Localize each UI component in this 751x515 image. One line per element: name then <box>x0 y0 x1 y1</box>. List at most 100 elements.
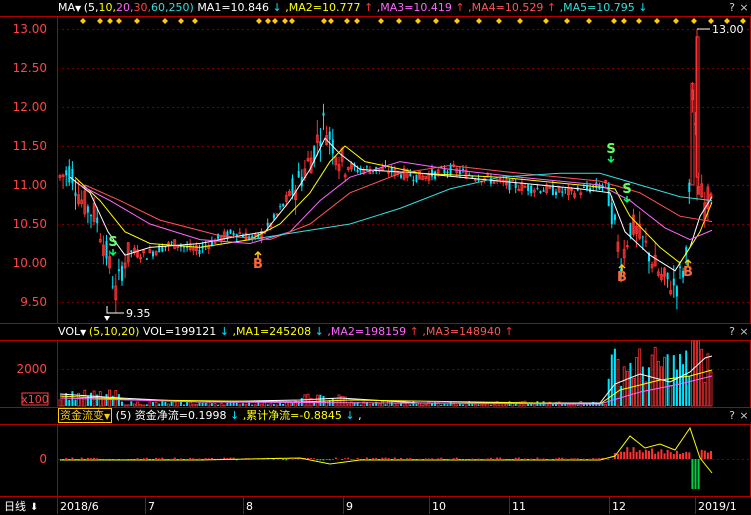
fund-flow-bar <box>626 447 629 459</box>
volume-bar <box>260 403 263 407</box>
help-icon[interactable]: ? <box>727 326 737 338</box>
volume-bar <box>446 404 449 406</box>
close-icon[interactable]: × <box>739 2 749 14</box>
volume-bar <box>480 404 484 407</box>
fund-flow-bar <box>669 452 672 459</box>
fund-flow-panel[interactable]: 0 资金流变▼ (5) 资金净流=0.1998 ↓ ,累计净流=-0.8845 … <box>0 408 751 496</box>
indicator-dropdown-icon[interactable]: ▼ <box>80 328 89 337</box>
indicator-dropdown-icon[interactable]: ▼ <box>75 4 84 13</box>
signal-diamond-icon <box>454 18 460 24</box>
volume-bar <box>455 404 459 407</box>
candle-body <box>71 168 74 184</box>
unit-label: x100 <box>21 393 49 406</box>
volume-bar <box>527 404 530 406</box>
fund-flow-indicator-select[interactable]: 资金流变▼ <box>58 408 113 423</box>
candle-body <box>279 206 282 208</box>
y-tick-label: 2000 <box>16 362 47 376</box>
fund-flow-bar <box>356 457 359 459</box>
volume-bar <box>421 404 425 407</box>
fund-flow-bar <box>437 458 440 459</box>
candle-body <box>564 188 567 190</box>
volume-bar <box>58 399 62 407</box>
fund-flow-bar <box>344 458 347 459</box>
close-icon[interactable]: × <box>739 326 749 338</box>
fund-flow-bar <box>660 449 663 459</box>
fund-flow-bar <box>685 451 688 459</box>
y-tick-label: 13.00 <box>13 22 47 36</box>
volume-indicator-name[interactable]: VOL <box>58 325 80 338</box>
fund-flow-bar <box>524 458 526 459</box>
candle-body <box>229 229 232 234</box>
trend-arrow-icon: ↓ <box>311 325 328 338</box>
fund-flow-bar <box>452 458 455 459</box>
signal-diamond-icon <box>178 18 184 24</box>
fund-flow-bar <box>285 459 288 461</box>
signal-diamond-icon <box>162 18 168 24</box>
fund-flow-bar <box>703 450 706 459</box>
indicator-value: ,MA4=10.529 <box>468 1 544 14</box>
signal-diamond-icon <box>654 18 660 24</box>
fund-flow-bar <box>641 452 644 459</box>
candle-body <box>68 166 71 183</box>
signal-diamond-icon <box>354 18 360 24</box>
volume-bar <box>473 404 477 407</box>
candle-body <box>217 233 220 239</box>
date-label: 7 <box>148 500 155 513</box>
fund-flow-bar <box>558 457 561 459</box>
candle-body <box>675 286 678 297</box>
price-panel[interactable]: 13.00 12.50 12.00 11.50 11.00 10.50 10.00 9.50 1… <box>0 0 751 324</box>
volume-bar <box>586 404 588 406</box>
signal-diamond-icon <box>289 18 295 24</box>
fund-flow-bar <box>179 458 182 459</box>
indicator-value: 资金净流=0.1998 <box>134 409 227 422</box>
signal-diamond-icon <box>192 18 198 24</box>
volume-bar <box>486 403 490 407</box>
fund-flow-bar <box>514 457 517 459</box>
volume-bar <box>666 354 669 406</box>
volume-bar <box>610 354 613 406</box>
volume-bar <box>377 403 381 407</box>
fund-flow-bar <box>173 457 176 459</box>
price-chart[interactable]: 13.00 12.50 12.00 11.50 11.00 10.50 10.00 9.50 1… <box>0 0 751 324</box>
volume-bar <box>492 403 496 407</box>
volume-bar <box>709 371 713 407</box>
fund-flow-bar <box>651 448 654 459</box>
volume-panel[interactable]: 2000 x100 VOL▼ (5,10,20) VOL=199121 ↓ ,MA… <box>0 324 751 408</box>
volume-values: VOL=199121 ↓ ,MA1=245208 ↓ ,MA2=198159 ↑… <box>143 325 514 338</box>
close-icon[interactable]: × <box>739 410 749 422</box>
y-tick-label: 10.00 <box>13 256 47 270</box>
volume-bar <box>331 397 334 406</box>
volume-bar <box>532 403 536 407</box>
volume-bar <box>629 362 632 406</box>
fund-flow-bar <box>96 458 99 459</box>
candle-body <box>111 286 114 288</box>
volume-bar <box>83 389 87 407</box>
volume-bar <box>253 404 257 407</box>
candle-body <box>613 214 616 221</box>
signal-diamond-icon <box>134 18 140 24</box>
date-label: 10 <box>432 500 446 513</box>
volume-bar <box>315 394 319 407</box>
volume-bar <box>164 402 167 406</box>
fund-flow-bar <box>561 457 564 459</box>
fund-flow-bar <box>666 449 669 459</box>
candle-body <box>145 258 148 260</box>
help-icon[interactable]: ? <box>727 2 737 14</box>
help-icon[interactable]: ? <box>727 410 737 422</box>
fund-flow-bar <box>706 452 709 459</box>
fund-flow-bar <box>334 457 337 459</box>
volume-bar <box>244 403 248 407</box>
fund-flow-bar <box>155 457 158 459</box>
fund-flow-header: 资金流变▼ (5) 资金净流=0.1998 ↓ ,累计净流=-0.8845 ↓ … <box>0 408 751 424</box>
price-indicator-name[interactable]: MA <box>58 1 75 14</box>
volume-bar <box>644 381 648 407</box>
volume-bar <box>152 401 154 406</box>
fund-flow-bar <box>192 458 195 459</box>
candle-body <box>629 222 632 237</box>
volume-bar <box>154 401 158 407</box>
signal-diamond-icon <box>256 18 262 24</box>
volume-bar <box>241 403 244 406</box>
period-label[interactable]: 日线 <box>4 499 26 513</box>
fund-flow-bar <box>617 453 619 459</box>
candle-body <box>272 214 275 219</box>
